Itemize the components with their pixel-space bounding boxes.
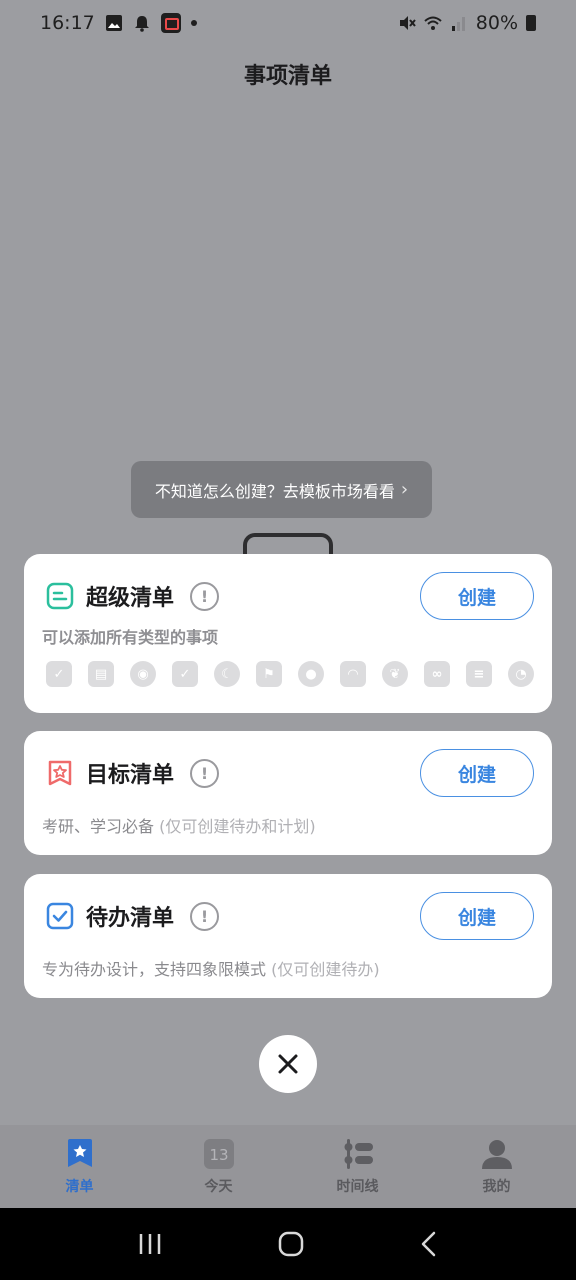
timeline-icon (342, 1138, 374, 1170)
description-note: (仅可创建待办和计划) (159, 817, 316, 836)
gauge-icon: ◠ (340, 661, 366, 687)
note-icon: ≡ (466, 661, 492, 687)
create-todo-list-button[interactable]: 创建 (420, 892, 534, 940)
clock-icon: ◔ (508, 661, 534, 687)
super-list-card[interactable]: 超级清单 ! 创建 可以添加所有类型的事项 ✓ ▤ ◉ ✓ ☾ ⚑ ● ◠ ❦ … (24, 554, 552, 713)
mute-icon (399, 16, 416, 30)
gallery-icon (105, 15, 122, 31)
leaf-icon: ❦ (382, 661, 408, 687)
chevron-right-icon: › (400, 479, 409, 500)
star-list-icon (64, 1138, 96, 1170)
card-description: 考研、学习必备 (仅可创建待办和计划) (42, 813, 316, 837)
todo-list-icon (46, 902, 74, 930)
user-icon (481, 1138, 513, 1170)
status-time: 16:17 (40, 12, 95, 34)
item-type-icons: ✓ ▤ ◉ ✓ ☾ ⚑ ● ◠ ❦ ∞ ≡ ◔ (46, 661, 534, 687)
bottom-tab-bar: 清单 13 今天 时间线 我的 (0, 1125, 576, 1208)
goal-list-icon (48, 760, 72, 786)
signal-icon (451, 17, 465, 31)
super-list-icon (46, 582, 74, 610)
run-icon: ⚑ (256, 661, 282, 687)
moon-icon: ☾ (214, 661, 240, 687)
battery-icon (526, 15, 536, 31)
tab-today[interactable]: 13 今天 (164, 1138, 274, 1196)
calendar-check-icon: ✓ (172, 661, 198, 687)
todo-list-card[interactable]: 待办清单 ! 创建 专为待办设计，支持四象限模式 (仅可创建待办) (24, 874, 552, 998)
tab-label: 时间线 (336, 1178, 379, 1195)
screen-record-icon (160, 13, 181, 33)
info-icon[interactable]: ! (190, 758, 220, 788)
bell-icon (134, 16, 149, 32)
close-button[interactable] (259, 1035, 317, 1093)
home-icon[interactable] (278, 1231, 304, 1257)
tab-list[interactable]: 清单 (25, 1138, 135, 1196)
tab-label: 今天 (204, 1178, 233, 1195)
tooltip-text: 不知道怎么创建？去模板市场看看 (154, 481, 395, 501)
schedule-icon: ▤ (88, 661, 114, 687)
description-text: 专为待办设计，支持四象限模式 (42, 960, 267, 979)
template-market-tooltip[interactable]: 不知道怎么创建？去模板市场看看 › (131, 461, 432, 518)
card-title: 目标清单 (86, 763, 175, 788)
dot-icon (190, 20, 197, 26)
circle-icon: ◉ (130, 661, 156, 687)
info-icon[interactable]: ! (190, 901, 220, 931)
system-nav-bar (0, 1208, 576, 1280)
close-icon (278, 1054, 298, 1074)
page-title: 事项清单 (243, 64, 332, 89)
goal-list-card[interactable]: 目标清单 ! 创建 考研、学习必备 (仅可创建待办和计划) (24, 731, 552, 855)
tab-mine[interactable]: 我的 (442, 1138, 552, 1196)
tab-label: 我的 (482, 1178, 511, 1195)
habit-icon: ∞ (424, 661, 450, 687)
recent-apps-icon[interactable] (137, 1232, 163, 1256)
status-bar: 16:17 80% (0, 0, 576, 46)
wifi-icon (424, 16, 442, 30)
tab-timeline[interactable]: 时间线 (303, 1138, 413, 1196)
description-note: (仅可创建待办) (271, 960, 380, 979)
info-icon[interactable]: ! (190, 581, 220, 611)
card-title: 超级清单 (86, 586, 175, 611)
battery-percent: 80% (475, 12, 518, 34)
create-goal-list-button[interactable]: 创建 (420, 749, 534, 797)
drop-icon: ● (298, 661, 324, 687)
tab-label: 清单 (65, 1178, 94, 1195)
today-calendar-icon: 13 (203, 1138, 235, 1170)
card-description: 专为待办设计，支持四象限模式 (仅可创建待办) (42, 956, 380, 980)
checkbox-icon: ✓ (46, 661, 72, 687)
create-super-list-button[interactable]: 创建 (420, 572, 534, 620)
today-day-number: 13 (209, 1146, 228, 1164)
card-title: 待办清单 (86, 906, 175, 931)
card-description: 可以添加所有类型的事项 (42, 628, 219, 647)
description-text: 考研、学习必备 (42, 817, 155, 836)
back-icon[interactable] (419, 1231, 439, 1257)
